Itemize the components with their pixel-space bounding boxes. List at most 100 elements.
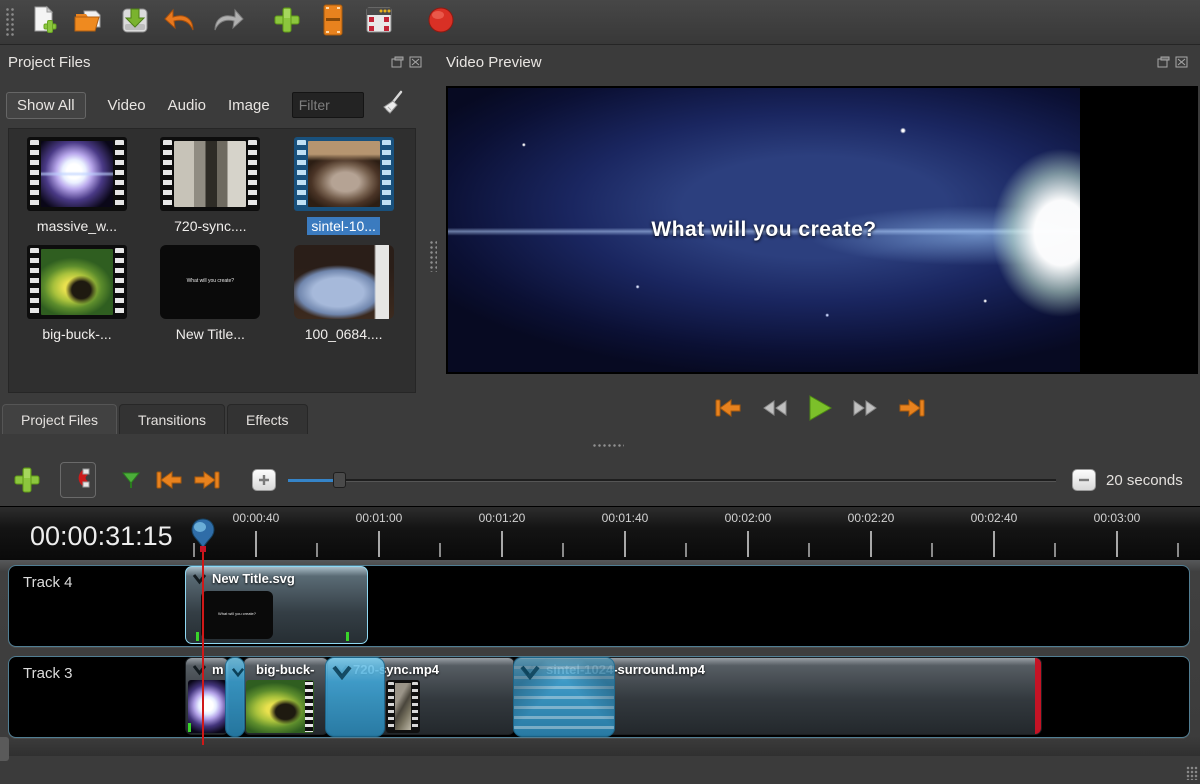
timeline-clip[interactable]: m (185, 657, 229, 735)
undo-button[interactable] (162, 3, 200, 41)
transition-chevron-icon (519, 664, 541, 685)
add-track-button[interactable] (8, 461, 46, 499)
file-thumbnail: What will you create? (160, 245, 260, 319)
ruler-minor-tick (1177, 543, 1179, 557)
project-files-list: massive_w... 720-sync.... sintel-10... big-… (8, 128, 416, 393)
corridor-thumb-art (174, 141, 246, 207)
open-project-icon (73, 5, 105, 40)
file-item[interactable]: 720-sync.... (144, 137, 276, 235)
window-resize-grip[interactable] (1186, 766, 1198, 780)
clear-filter-broom-icon[interactable] (380, 90, 404, 120)
main-toolbar (0, 0, 1200, 45)
ruler-tick-label: 00:00:40 (233, 511, 280, 525)
file-item[interactable]: big-buck-... (11, 245, 143, 343)
clip-title: m (212, 662, 224, 677)
file-thumbnail (27, 245, 127, 319)
file-item[interactable]: sintel-10... (278, 137, 410, 235)
transition-clip[interactable] (513, 657, 615, 737)
choose-profile-button[interactable] (314, 3, 352, 41)
ruler-minor-tick (931, 543, 933, 557)
close-panel-icon[interactable] (409, 56, 422, 68)
title-thumb-caption: What will you create? (201, 611, 273, 616)
filter-button-show-all[interactable]: Show All (6, 92, 86, 119)
keyframe-marker (346, 632, 349, 641)
clip-end-marker (1035, 658, 1041, 734)
track-row: Track 4New Title.svgWhat will you create… (8, 565, 1190, 647)
zoom-scale-label: 20 seconds (1106, 472, 1183, 489)
close-panel-icon[interactable] (1175, 56, 1188, 68)
timeline-clip[interactable]: New Title.svgWhat will you create? (185, 566, 368, 644)
file-item[interactable]: What will you create?New Title... (144, 245, 276, 343)
ruler-major-tick (747, 531, 749, 557)
tab-project-files[interactable]: Project Files (2, 404, 117, 434)
export-video-button[interactable] (360, 3, 398, 41)
ruler-tick-label: 00:02:20 (848, 511, 895, 525)
filter-button-image[interactable]: Image (228, 97, 270, 114)
clip-menu-chevron-icon[interactable] (192, 663, 207, 681)
horizontal-splitter-handle[interactable] (592, 443, 624, 449)
clip-thumbnail (246, 680, 314, 733)
tab-transitions[interactable]: Transitions (119, 404, 225, 434)
save-project-icon (120, 5, 150, 40)
play-button[interactable] (807, 394, 833, 422)
magnet-icon (66, 467, 90, 494)
clip-menu-chevron-icon[interactable] (192, 572, 207, 590)
add-marker-button[interactable] (112, 461, 150, 499)
timeline-ruler[interactable]: 00:00:31:15 00:00:4000:01:0000:01:2000:0… (0, 506, 1200, 560)
zoom-out-button[interactable] (1072, 469, 1096, 491)
filter-button-audio[interactable]: Audio (168, 97, 206, 114)
clip-thumbnail: What will you create? (201, 591, 273, 639)
import-files-button[interactable] (268, 3, 306, 41)
video-frame: What will you create? (448, 88, 1080, 372)
filter-button-video[interactable]: Video (108, 97, 146, 114)
fast-forward-button[interactable] (851, 398, 879, 418)
playhead-handle[interactable] (190, 518, 216, 559)
open-project-button[interactable] (70, 3, 108, 41)
new-project-icon (28, 5, 58, 40)
float-panel-icon[interactable] (1157, 56, 1170, 68)
rewind-button[interactable] (761, 398, 789, 418)
file-thumbnail (294, 137, 394, 211)
file-item[interactable]: 100_0684.... (278, 245, 410, 343)
ruler-minor-tick (685, 543, 687, 557)
file-thumbnail (27, 137, 127, 211)
file-label: 720-sync.... (170, 217, 250, 235)
timeline-toolbar: 20 seconds (0, 455, 1200, 505)
redo-button[interactable] (208, 3, 246, 41)
file-label: big-buck-... (38, 325, 115, 343)
transition-clip[interactable] (325, 657, 385, 737)
clip-thumbnail (386, 680, 420, 733)
ruler-tick-label: 00:02:00 (725, 511, 772, 525)
ruler-major-tick (993, 531, 995, 557)
new-project-button[interactable] (24, 3, 62, 41)
previous-marker-button[interactable] (150, 461, 188, 499)
ruler-minor-tick (316, 543, 318, 557)
jump-to-start-button[interactable] (713, 397, 743, 419)
current-time-display: 00:00:31:15 (30, 521, 173, 552)
snapping-toggle[interactable] (60, 462, 96, 498)
zoom-in-button[interactable] (252, 469, 276, 491)
redo-icon (209, 6, 245, 39)
file-item[interactable]: massive_w... (11, 137, 143, 235)
toolbar-drag-handle[interactable] (4, 6, 14, 38)
track-row: Track 3mbig-buck-720-sync.mp4sintel-1024… (8, 656, 1190, 738)
file-thumbnail (160, 137, 260, 211)
zoom-slider[interactable] (288, 470, 1056, 490)
zoom-slider-handle[interactable] (333, 472, 346, 488)
record-button[interactable] (422, 3, 460, 41)
ruler-major-tick (378, 531, 380, 557)
filter-input[interactable] (292, 92, 364, 118)
next-marker-button[interactable] (188, 461, 226, 499)
jump-to-end-button[interactable] (897, 397, 927, 419)
timeline-clip[interactable]: big-buck- (243, 657, 329, 735)
ruler-major-tick (870, 531, 872, 557)
bottom-left-splitter-handle[interactable] (0, 737, 9, 761)
transition-clip[interactable] (225, 657, 245, 737)
ruler-minor-tick (1054, 543, 1056, 557)
video-preview-area: What will you create? (446, 86, 1198, 374)
save-project-button[interactable] (116, 3, 154, 41)
vertical-splitter-handle[interactable] (429, 240, 437, 272)
tab-effects[interactable]: Effects (227, 404, 308, 434)
float-panel-icon[interactable] (391, 56, 404, 68)
file-label: massive_w... (33, 217, 121, 235)
